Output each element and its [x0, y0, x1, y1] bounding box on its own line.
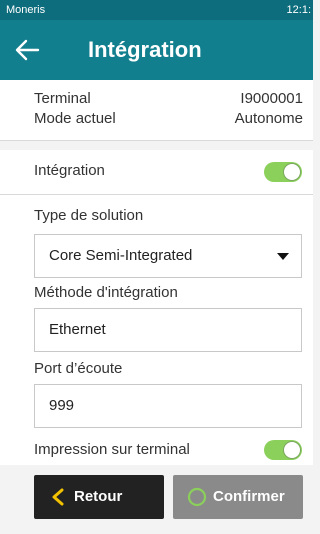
circle-icon [187, 487, 207, 511]
page-title: Intégration [88, 37, 202, 62]
toggle-knob [283, 163, 301, 181]
listen-port-input[interactable]: 999 [34, 384, 302, 428]
listen-port-label: Port d’écoute [34, 360, 123, 377]
integration-toggle[interactable] [264, 162, 302, 182]
terminal-label: Terminal [34, 90, 91, 107]
integration-toggle-row: Intégration [0, 150, 313, 194]
status-app-name: Moneris [6, 4, 46, 16]
status-time: 12:1: [286, 4, 311, 16]
print-toggle-row: Impression sur terminal [0, 435, 313, 465]
print-toggle[interactable] [264, 440, 302, 460]
back-button-label: Retour [74, 488, 123, 505]
app-bar: Intégration [0, 20, 313, 80]
mode-label: Mode actuel [34, 110, 116, 127]
mode-value: Autonome [234, 110, 303, 127]
chevron-down-icon [277, 253, 289, 260]
terminal-info: Terminal I9000001 Mode actuel Autonome [0, 80, 313, 140]
toggle-knob [283, 441, 301, 459]
mode-row: Mode actuel Autonome [34, 110, 303, 130]
integration-method-field[interactable]: Ethernet [34, 308, 302, 352]
arrow-left-icon[interactable] [14, 38, 40, 62]
terminal-row: Terminal I9000001 [34, 90, 303, 110]
solution-type-label: Type de solution [34, 207, 144, 224]
confirm-button[interactable]: Confirmer [173, 475, 303, 519]
divider [0, 140, 313, 141]
chevron-left-icon [50, 488, 66, 510]
confirm-button-label: Confirmer [213, 488, 285, 505]
integration-method-label: Méthode d'intégration [34, 284, 178, 301]
listen-port-value: 999 [49, 397, 75, 414]
terminal-value: I9000001 [240, 90, 303, 107]
back-button[interactable]: Retour [34, 475, 164, 519]
status-bar: Moneris 12:1: [0, 0, 313, 20]
solution-type-select[interactable]: Core Semi-Integrated [34, 234, 302, 278]
solution-type-value: Core Semi-Integrated [49, 247, 193, 264]
integration-method-value: Ethernet [49, 321, 106, 338]
print-toggle-label: Impression sur terminal [34, 441, 190, 458]
integration-toggle-label: Intégration [34, 162, 105, 179]
